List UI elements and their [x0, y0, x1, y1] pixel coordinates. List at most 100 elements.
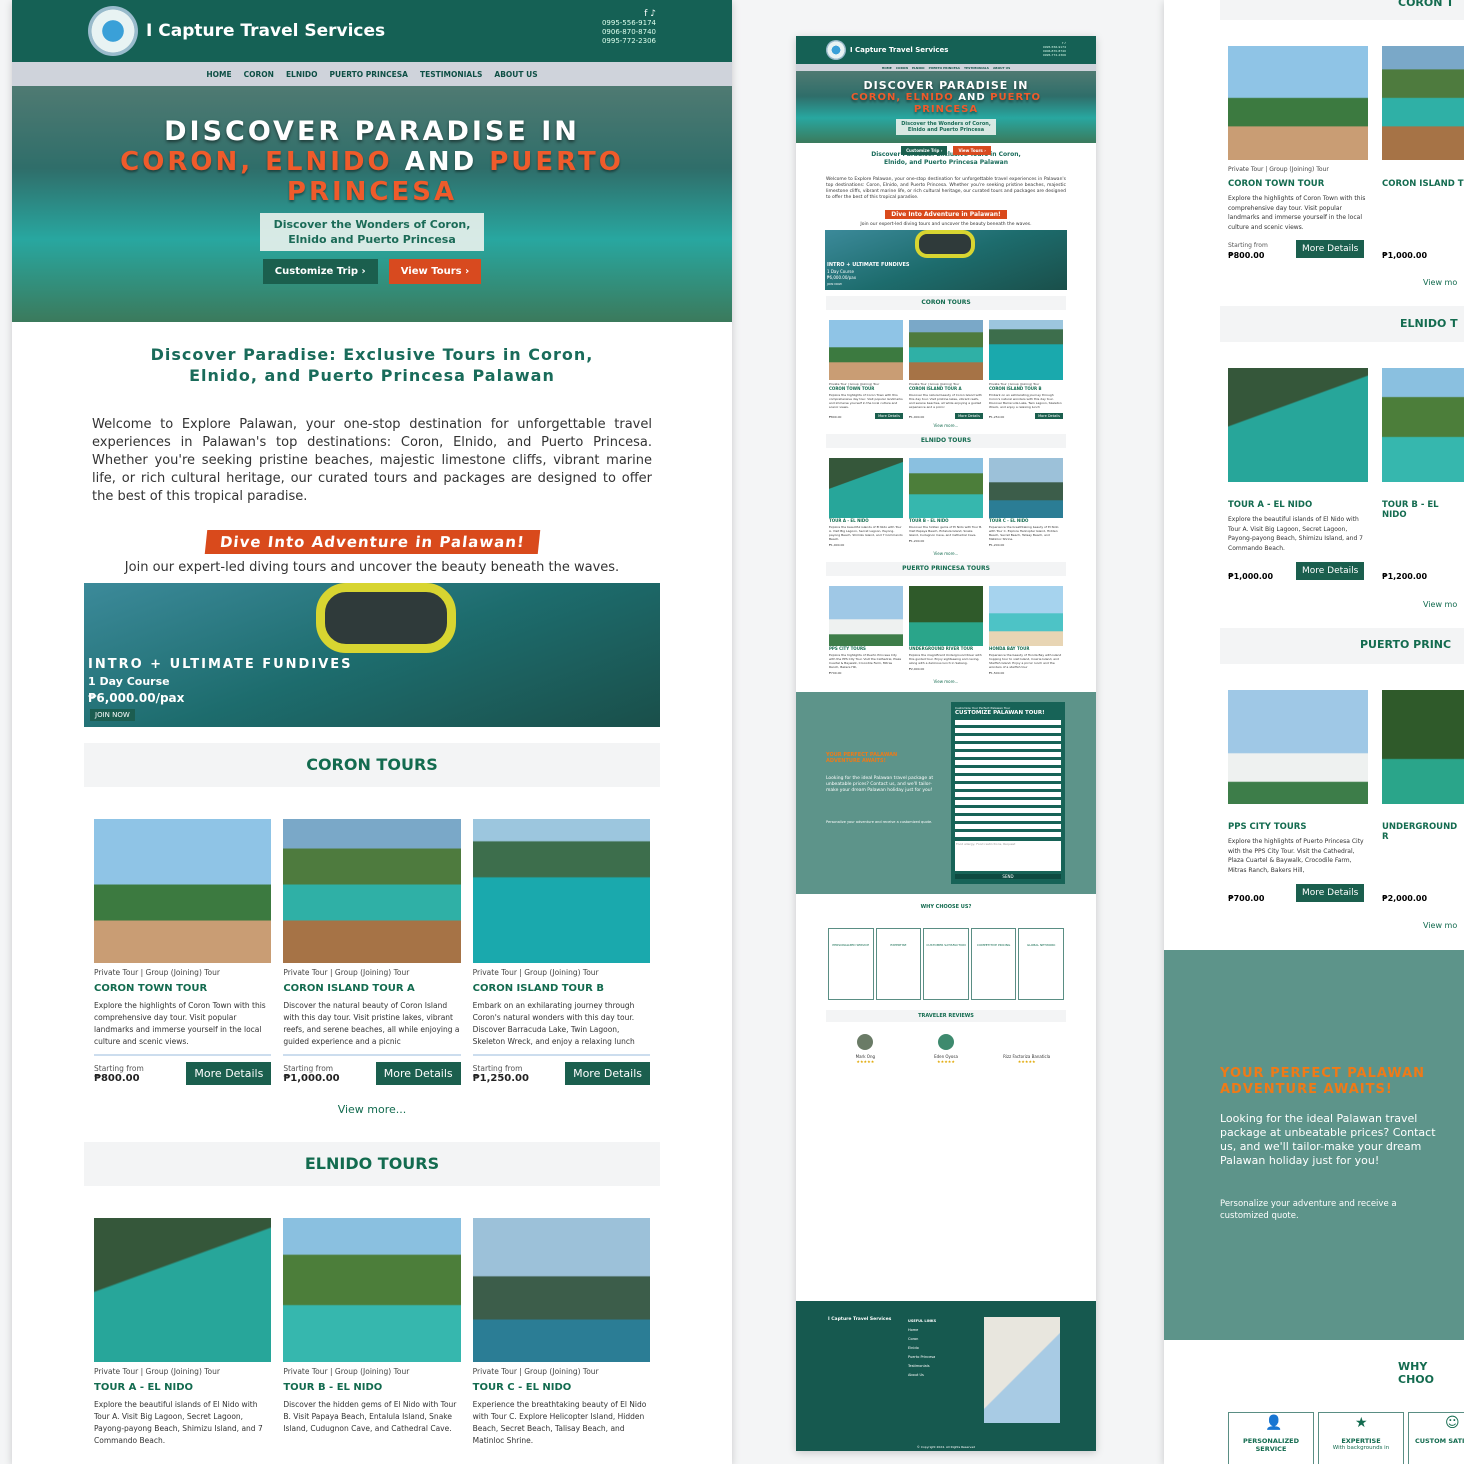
mini-why-grid: PERSONALIZED SERVICE EXPERTISE CUSTOMER … [828, 928, 1064, 1000]
mini-hero-line2: CORON, ELNIDO AND PUERTO [796, 92, 1096, 104]
dive-banner[interactable]: INTRO + ULTIMATE FUNDIVES 1 Day Course ₱… [84, 583, 660, 727]
zoom-card2-title[interactable]: UNDERGROUND R [1382, 822, 1464, 842]
zoom-photo[interactable] [1382, 690, 1464, 804]
nav-elnido[interactable]: ELNIDO [286, 70, 318, 79]
tour-title[interactable]: CORON ISLAND TOUR B [473, 983, 650, 994]
zoom-more-details-button[interactable]: More Details [1296, 562, 1365, 580]
customize-trip-button[interactable]: Customize Trip › [262, 259, 378, 284]
zoom-more-details-button[interactable]: More Details [1296, 884, 1365, 902]
zoom-why-expertise-sub: With backgrounds in [1332, 1445, 1390, 1451]
zoom-card-desc: Explore the highlights of Puerto Princes… [1228, 838, 1364, 874]
zoom-view-more[interactable]: View mo [1423, 600, 1457, 609]
tour-card: Private Tour | Group (Joining) Tour TOUR… [94, 1218, 272, 1447]
nav-coron[interactable]: CORON [244, 70, 274, 79]
tour-photo[interactable] [283, 819, 461, 963]
mini-card-title: HONDA BAY TOUR [989, 646, 1030, 651]
mini-footer-link[interactable]: Testimonials [908, 1362, 978, 1371]
zoom-headline-2: ADVENTURE AWAITS! [1220, 1082, 1393, 1097]
tour-photo[interactable] [94, 819, 272, 963]
mini-card: PPS CITY TOURS Explore the highlights of … [829, 586, 903, 675]
dive-title: INTRO + ULTIMATE FUNDIVES [88, 657, 353, 672]
mini-form-fields[interactable] [955, 720, 1061, 838]
mini-hero-subtitle-2: Elnido and Puerto Princesa [907, 127, 985, 133]
tour-title[interactable]: TOUR A - EL NIDO [94, 1382, 271, 1393]
coron-tours-heading: CORON TOURS [84, 743, 660, 787]
nav-puerto-princesa[interactable]: PUERTO PRINCESA [330, 70, 408, 79]
mini-photo [989, 320, 1063, 380]
mini-hero-elnido: ELNIDO [905, 92, 954, 103]
zoom-view-more[interactable]: View mo [1423, 278, 1457, 287]
mini-customize-button: Customize Trip › [901, 146, 948, 155]
mini-footer-link[interactable]: About Us [908, 1371, 978, 1380]
elnido-tours-heading: ELNIDO TOURS [84, 1142, 660, 1186]
mini-copyright: © Copyright 2024. All Rights Reserved [916, 1445, 976, 1449]
tour-photo[interactable] [94, 1218, 272, 1362]
mini-remarks-textarea[interactable]: Food allergy, Food restrictions, Request [955, 841, 1061, 871]
zoom-photo[interactable] [1228, 46, 1368, 160]
mini-hero-and: AND [958, 92, 986, 103]
mini-photo [829, 320, 903, 380]
zoom-card2-title[interactable]: CORON ISLAND T [1382, 179, 1464, 189]
mini-card-desc: Discover the natural beauty of Coron Isl… [909, 393, 982, 409]
nav-home[interactable]: HOME [206, 70, 231, 79]
zoom-photo[interactable] [1382, 46, 1464, 160]
tour-photo[interactable] [472, 1218, 650, 1362]
tour-type: Private Tour | Group (Joining) Tour [94, 1367, 220, 1376]
mini-footer-link[interactable]: Coron [908, 1335, 978, 1344]
zoom-card-price: ₱700.00 [1228, 894, 1265, 903]
zoom-more-details-button[interactable]: More Details [1296, 240, 1365, 258]
mini-footer-link[interactable]: Elnido [908, 1344, 978, 1353]
mini-photo [909, 458, 983, 518]
tour-title[interactable]: CORON ISLAND TOUR A [283, 983, 460, 994]
zoom-why-satisfaction: ☺ CUSTOM SATISFACT [1408, 1412, 1464, 1464]
zoom-photo[interactable] [1382, 368, 1464, 482]
mini-map[interactable] [984, 1317, 1060, 1423]
tour-title[interactable]: TOUR B - EL NIDO [283, 1382, 460, 1393]
nav-testimonials[interactable]: TESTIMONIALS [420, 70, 482, 79]
view-tours-button[interactable]: View Tours › [388, 259, 482, 284]
zoom-card2-title[interactable]: TOUR B - EL NIDO [1382, 500, 1464, 520]
more-details-button[interactable]: More Details [565, 1062, 650, 1085]
zoom-photo[interactable] [1228, 690, 1368, 804]
mini-footer-link[interactable]: Puerto Princesa [908, 1353, 978, 1362]
contact-block: f ♪ 0995-556-9174 0906-870-8740 0995-772… [602, 10, 656, 46]
user-check-icon: 👤 [1265, 1415, 1283, 1431]
tour-desc: Embark on an exhilarating journey throug… [472, 1001, 635, 1046]
main-nav: HOME CORON ELNIDO PUERTO PRINCESA TESTIM… [12, 62, 732, 86]
mini-puerto-cards: PPS CITY TOURS Explore the highlights of … [829, 586, 1063, 675]
social-icons[interactable]: f ♪ [602, 10, 656, 19]
mini-footer-link[interactable]: Home [908, 1326, 978, 1335]
more-details-button[interactable]: More Details [186, 1062, 272, 1085]
mini-dive-ribbon: Dive Into Adventure in Palawan! [885, 210, 1007, 219]
mini-footer-brand: I Capture Travel Services [828, 1317, 892, 1322]
zoom-card-title[interactable]: TOUR A - EL NIDO [1228, 500, 1312, 510]
mini-more-details: More Details [1035, 413, 1063, 419]
tour-photo[interactable] [472, 819, 650, 963]
zoom-card-title[interactable]: CORON TOWN TOUR [1228, 179, 1324, 189]
tour-title[interactable]: TOUR C - EL NIDO [473, 1382, 650, 1393]
mini-card-price: ₱2,000.00 [909, 667, 925, 671]
zoom-photo[interactable] [1228, 368, 1368, 482]
zoom-card-title[interactable]: PPS CITY TOURS [1228, 822, 1306, 832]
mini-links-title: USEFUL LINKS [908, 1319, 937, 1323]
tour-title[interactable]: CORON TOWN TOUR [94, 983, 271, 994]
tour-photo[interactable] [283, 1218, 461, 1362]
mini-view-more: View more... [933, 679, 959, 684]
tour-card: Private Tour | Group (Joining) Tour CORO… [472, 819, 650, 1085]
coron-view-more-link[interactable]: View more... [12, 1103, 732, 1116]
join-now-button[interactable]: JOIN NOW [90, 709, 135, 721]
mini-dive-title: INTRO + ULTIMATE FUNDIVES [827, 262, 910, 268]
mini-dive-price: ₱6,000.00/pax [827, 275, 857, 280]
mini-photo [829, 458, 903, 518]
brand-name[interactable]: I Capture Travel Services [146, 21, 385, 41]
zoom-card2-price: ₱1,000.00 [1382, 251, 1428, 260]
hero-subtitle-box: Discover the Wonders of Coron, Elnido an… [259, 213, 485, 251]
brand-logo-icon[interactable] [88, 6, 138, 56]
more-details-button[interactable]: More Details [375, 1062, 461, 1085]
zoom-view-more[interactable]: View mo [1423, 921, 1457, 930]
mini-card-price: ₱700.00 [829, 671, 842, 675]
starting-from-label: Starting from [472, 1063, 523, 1073]
nav-about-us[interactable]: ABOUT US [494, 70, 537, 79]
mini-send-button[interactable]: SEND [955, 874, 1061, 879]
mini-puerto-heading: PUERTO PRINCESA TOURS [826, 562, 1066, 576]
